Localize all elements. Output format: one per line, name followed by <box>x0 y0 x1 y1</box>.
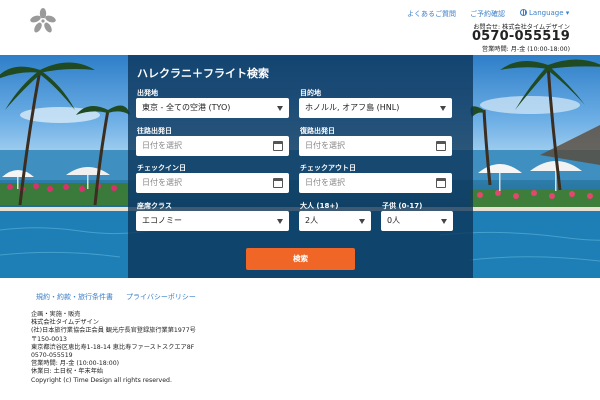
calendar-icon[interactable] <box>436 141 446 151</box>
contact-hours: 営業時間: 月-金 (10:00-18:00) <box>481 46 570 53</box>
checkin-label: チェックイン日 <box>137 164 186 172</box>
seat-class-select[interactable]: エコノミー <box>136 211 289 231</box>
adults-value: 2人 <box>305 216 319 225</box>
site-header: よくあるご質問 ご予約確認 Language ▾ お問合せ: 株式会社タイムデザ… <box>0 0 600 55</box>
seat-class-label: 座席クラス <box>137 202 172 210</box>
checkout-placeholder: 日付を選択 <box>305 178 345 187</box>
departure-label: 出発地 <box>137 89 158 97</box>
contact-phone: 0570-055519 <box>471 29 570 44</box>
return-date-placeholder: 日付を選択 <box>305 141 345 150</box>
outbound-date-label: 往路出発日 <box>137 127 172 135</box>
orchid-logo-icon[interactable] <box>30 8 56 34</box>
form-title: ハレクラニ＋フライト検索 <box>137 67 269 80</box>
language-label: Language ▾ <box>529 9 570 17</box>
departure-select[interactable]: 東京 - 全ての空港 (TYO) <box>136 98 289 118</box>
calendar-icon[interactable] <box>273 178 283 188</box>
footer-line: 企画・実施・販売 <box>31 311 81 318</box>
checkout-label: チェックアウト日 <box>300 164 356 172</box>
children-label: 子供 (0-17) <box>382 202 423 210</box>
faq-link[interactable]: よくあるご質問 <box>407 9 456 19</box>
footer-line: 休業日: 土日祝・年末年始 <box>31 368 104 376</box>
destination-label: 目的地 <box>300 89 321 97</box>
seat-class-value: エコノミー <box>142 216 182 225</box>
terms-link[interactable]: 規約・約款・旅行条件書 <box>36 292 113 302</box>
destination-value: ホノルル, オアフ島 (HNL) <box>305 103 400 112</box>
adults-select[interactable]: 2人 <box>299 211 371 231</box>
language-menu[interactable]: Language ▾ <box>520 9 569 17</box>
return-date-label: 復路出発日 <box>300 127 335 135</box>
outbound-date-input[interactable]: 日付を選択 <box>136 136 289 156</box>
chevron-down-icon <box>441 219 447 224</box>
footer-line: 〒150-0013 <box>31 335 67 343</box>
chevron-down-icon <box>359 219 365 224</box>
calendar-icon[interactable] <box>436 178 446 188</box>
footer-line: (社)日本旅行業協会正会員 観光庁長官登録旅行業第1977号 <box>31 327 196 335</box>
checkin-date-input[interactable]: 日付を選択 <box>136 173 289 193</box>
copyright: Copyright (c) Time Design all rights res… <box>31 376 172 384</box>
company-info: 企画・実施・販売 株式会社タイムデザイン (社)日本旅行業協会正会員 観光庁長官… <box>31 311 196 385</box>
departure-value: 東京 - 全ての空港 (TYO) <box>142 103 231 112</box>
return-date-input[interactable]: 日付を選択 <box>299 136 452 156</box>
children-select[interactable]: 0人 <box>381 211 453 231</box>
footer-line: 0570-055519 <box>31 352 73 360</box>
adults-label: 大人 (18+) <box>300 202 339 210</box>
checkout-date-input[interactable]: 日付を選択 <box>299 173 452 193</box>
reservation-confirm-link[interactable]: ご予約確認 <box>470 9 505 19</box>
chevron-down-icon <box>277 219 283 224</box>
globe-icon <box>520 9 527 16</box>
search-button[interactable]: 検索 <box>246 248 355 270</box>
privacy-policy-link[interactable]: プライバシーポリシー <box>126 292 196 302</box>
footer-line: 東京都渋谷区恵比寿1-18-14 恵比寿ファーストスクエア8F <box>31 343 195 351</box>
destination-select[interactable]: ホノルル, オアフ島 (HNL) <box>299 98 452 118</box>
outbound-date-placeholder: 日付を選択 <box>142 141 182 150</box>
checkin-placeholder: 日付を選択 <box>142 178 182 187</box>
chevron-down-icon <box>277 106 283 111</box>
chevron-down-icon <box>440 106 446 111</box>
children-value: 0人 <box>387 216 401 225</box>
calendar-icon[interactable] <box>273 141 283 151</box>
